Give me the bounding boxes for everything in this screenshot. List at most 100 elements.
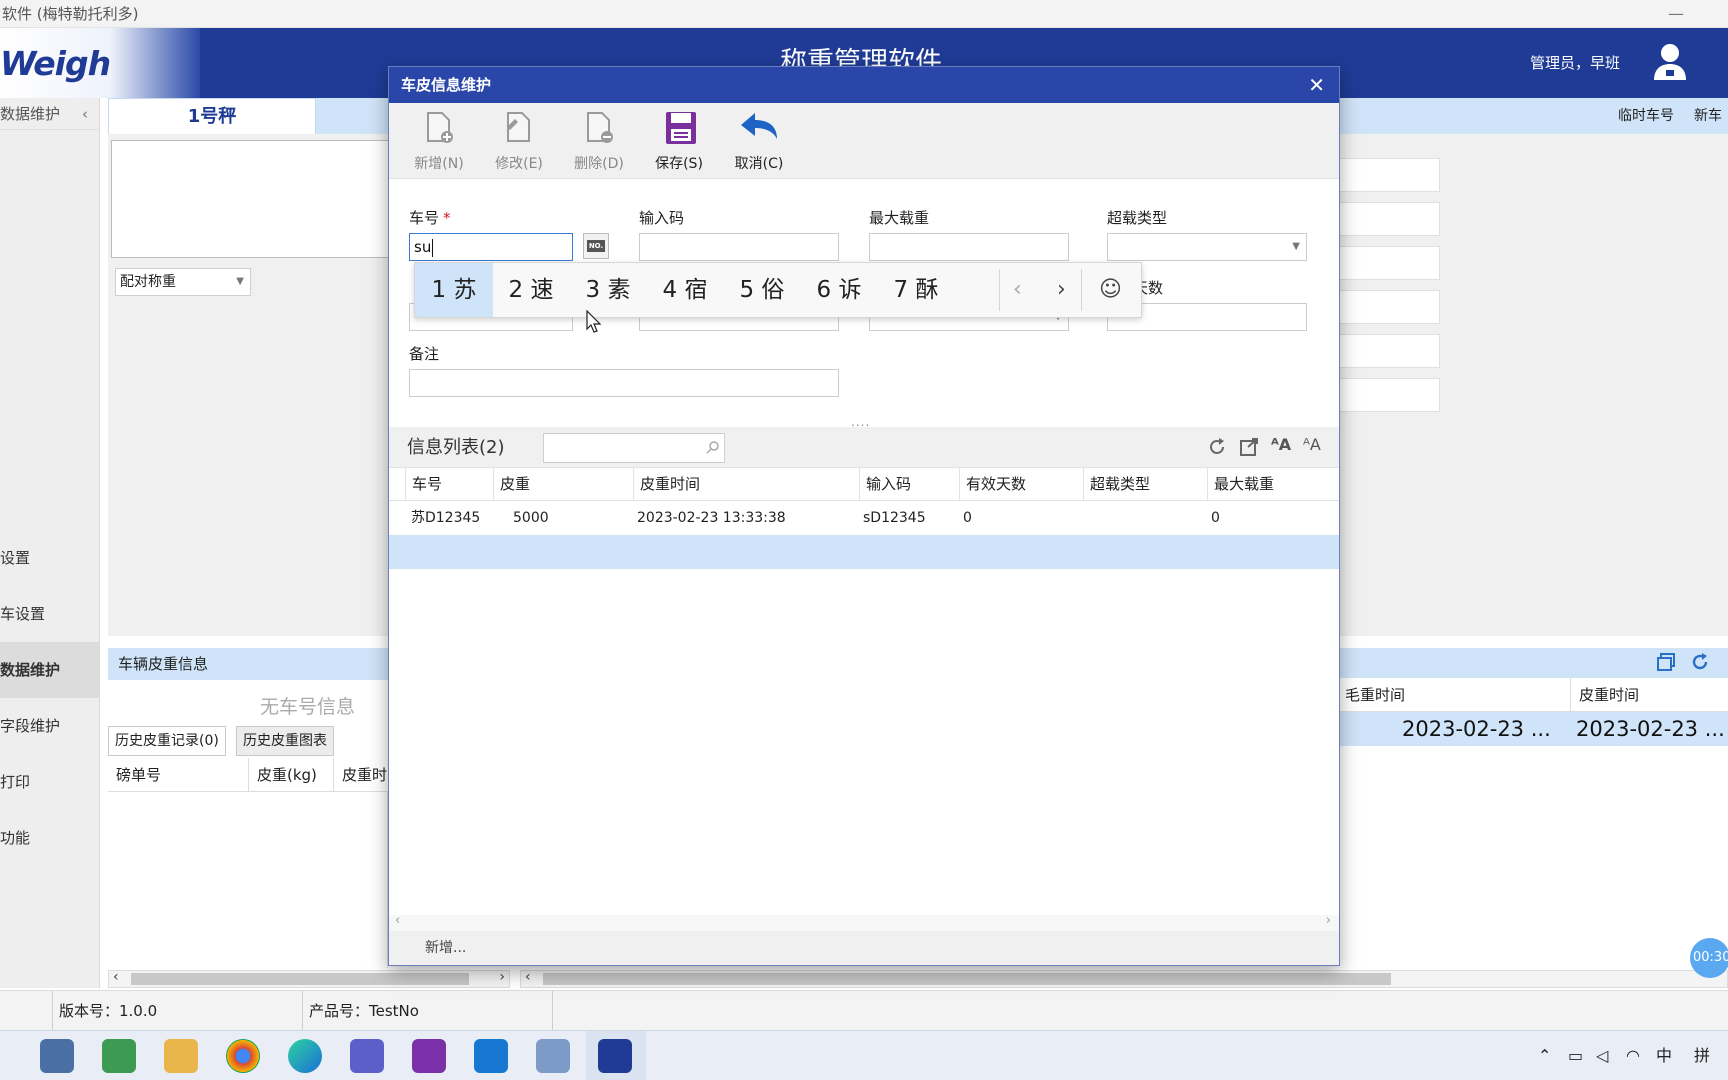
export-icon[interactable] — [1239, 437, 1259, 457]
temp-plate-link[interactable]: 临时车号 — [1618, 98, 1674, 134]
sidebar-item-data-maintenance[interactable]: 数据维护 — [0, 642, 100, 698]
collapse-sidebar-icon[interactable]: ‹ — [82, 98, 88, 130]
sidebar-item-settings[interactable]: 设置 — [0, 530, 100, 586]
scroll-left-icon[interactable]: ‹ — [113, 969, 119, 985]
column-header-max-load[interactable]: 最大载重 — [1207, 468, 1274, 500]
teams-icon[interactable] — [350, 1039, 384, 1073]
no-car-info-text: 无车号信息 — [260, 696, 356, 718]
close-icon[interactable]: ✕ — [1308, 67, 1325, 103]
font-decrease-icon[interactable]: ᴬA — [1303, 435, 1321, 454]
input-code-label: 输入码 — [639, 209, 685, 227]
ime-candidate[interactable]: 2 速 — [493, 263, 569, 317]
sidebar-item-field-maintenance[interactable]: 字段维护 — [0, 698, 100, 754]
file-explorer-icon[interactable] — [164, 1039, 198, 1073]
mouse-cursor-icon — [586, 310, 602, 333]
scroll-left-icon[interactable]: ‹ — [525, 969, 531, 985]
ime-separator — [999, 269, 1000, 311]
sidebar-item-print[interactable]: 打印 — [0, 754, 100, 810]
wifi-icon[interactable]: ◠ — [1626, 1031, 1640, 1080]
volume-icon[interactable]: ◁ — [1596, 1031, 1608, 1080]
ime-candidate[interactable]: 3 素 — [569, 263, 647, 317]
overload-type-select[interactable]: ▼ — [1107, 233, 1307, 261]
calculator-icon[interactable] — [40, 1039, 74, 1073]
history-horizontal-scrollbar[interactable]: ‹ › — [108, 969, 510, 988]
dialog-horizontal-scrollbar[interactable]: ‹ › — [389, 913, 1339, 931]
window-title-bar: 软件 (梅特勒托利多) — — [0, 0, 1728, 28]
cell-tare-time: 2023-02-23 13:33:38 — [637, 510, 786, 526]
emoji-icon[interactable]: ☺ — [1099, 263, 1122, 317]
chrome-icon[interactable] — [226, 1039, 260, 1073]
table-row[interactable]: 苏D12345 5000 2023-02-23 13:33:38 sD12345… — [389, 501, 1339, 535]
column-header-gross-time[interactable]: 毛重时间 — [1336, 678, 1405, 712]
table-row[interactable]: 2023-02-23 ... 2023-02-23 ... — [1336, 712, 1728, 746]
column-header-overload-type[interactable]: 超载类型 — [1083, 468, 1150, 500]
edit-button-label: 修改(E) — [495, 156, 543, 172]
logo: Weigh — [0, 44, 111, 83]
user-avatar-icon[interactable] — [1652, 42, 1688, 82]
minimize-button[interactable]: — — [1668, 0, 1684, 28]
list-search-input[interactable] — [543, 433, 725, 463]
refresh-icon[interactable] — [1207, 437, 1227, 457]
ime-candidate[interactable]: 1 苏 — [415, 263, 493, 317]
new-plate-link[interactable]: 新车号 — [1694, 98, 1728, 160]
column-header-tare-kg[interactable]: 皮重(kg) — [248, 758, 317, 792]
app-icon[interactable] — [102, 1039, 136, 1073]
column-header-tare-time[interactable]: 皮重时间 — [633, 468, 700, 500]
column-header-tare[interactable]: 皮重 — [493, 468, 530, 500]
background-field — [1336, 290, 1440, 324]
plate-number-button[interactable]: NO. — [583, 233, 609, 259]
add-button[interactable]: 新增(N) — [403, 103, 475, 179]
plate-input[interactable]: su — [409, 233, 573, 261]
delete-button[interactable]: 删除(D) — [563, 103, 635, 179]
tab-scale-1[interactable]: 1号秤 — [108, 98, 316, 136]
ime-next-page-icon[interactable]: › — [1057, 263, 1066, 317]
sidebar-item-car-settings[interactable]: 车设置 — [0, 586, 100, 642]
ime-candidate[interactable]: 6 诉 — [801, 263, 877, 317]
sidebar-item-functions[interactable]: 功能 — [0, 810, 100, 866]
records-horizontal-scrollbar[interactable]: ‹ — [520, 969, 1728, 988]
column-header-tare-time[interactable]: 皮重时间 — [1570, 678, 1639, 712]
ime-candidate[interactable]: 7 酥 — [877, 263, 955, 317]
window-app-icon[interactable] — [536, 1039, 570, 1073]
product-text: 产品号：TestNo — [302, 991, 419, 1031]
column-header-valid-days[interactable]: 有效天数 — [959, 468, 1026, 500]
scrollbar-thumb[interactable] — [543, 973, 1391, 985]
weighing-mode-select[interactable]: 配对称重 ▼ — [115, 268, 251, 296]
delete-button-label: 删除(D) — [574, 156, 624, 172]
scroll-right-icon[interactable]: › — [499, 969, 505, 985]
column-header-ticket-no[interactable]: 磅单号 — [108, 758, 161, 792]
input-code-field[interactable] — [639, 233, 839, 261]
column-header-input-code[interactable]: 输入码 — [859, 468, 911, 500]
max-load-field[interactable] — [869, 233, 1069, 261]
onenote-icon[interactable] — [412, 1039, 446, 1073]
remark-field[interactable] — [409, 369, 839, 397]
ime-layout-indicator[interactable]: 拼 — [1694, 1031, 1710, 1080]
column-header-plate[interactable]: 车号 — [405, 468, 442, 500]
edit-button[interactable]: 修改(E) — [483, 103, 555, 179]
scroll-right-icon[interactable]: › — [1326, 913, 1331, 928]
recording-timer-badge[interactable]: 00:30 — [1690, 938, 1728, 978]
ime-candidate[interactable]: 4 宿 — [647, 263, 723, 317]
text-caret — [432, 238, 434, 257]
weight-display-box — [111, 140, 391, 258]
copy-icon[interactable] — [1656, 652, 1676, 672]
ime-prev-page-icon[interactable]: ‹ — [1013, 263, 1022, 317]
tray-chevron-up-icon[interactable]: ⌃ — [1538, 1031, 1551, 1080]
tab-tare-history-chart[interactable]: 历史皮重图表 — [236, 726, 334, 756]
scrollbar-thumb[interactable] — [131, 973, 469, 985]
ime-candidate[interactable]: 5 俗 — [723, 263, 801, 317]
info-list-title: 信息列表(2) — [407, 437, 505, 458]
tab-tare-history-records[interactable]: 历史皮重记录(0) — [108, 726, 226, 756]
refresh-icon[interactable] — [1690, 652, 1710, 672]
battery-icon[interactable]: ▭ — [1568, 1031, 1583, 1080]
ime-mode-indicator[interactable]: 中 — [1656, 1031, 1672, 1080]
scroll-left-icon[interactable]: ‹ — [395, 913, 400, 928]
weigh-app-icon[interactable] — [598, 1039, 632, 1073]
save-button[interactable]: 保存(S) — [643, 103, 715, 179]
edge-icon[interactable] — [288, 1039, 322, 1073]
font-increase-icon[interactable]: ᴬA — [1271, 435, 1291, 454]
table-row-selected[interactable] — [389, 535, 1339, 569]
outlook-icon[interactable] — [474, 1039, 508, 1073]
cancel-button[interactable]: 取消(C) — [723, 103, 795, 179]
records-table-header: 毛重时间 皮重时间 — [1336, 678, 1728, 712]
